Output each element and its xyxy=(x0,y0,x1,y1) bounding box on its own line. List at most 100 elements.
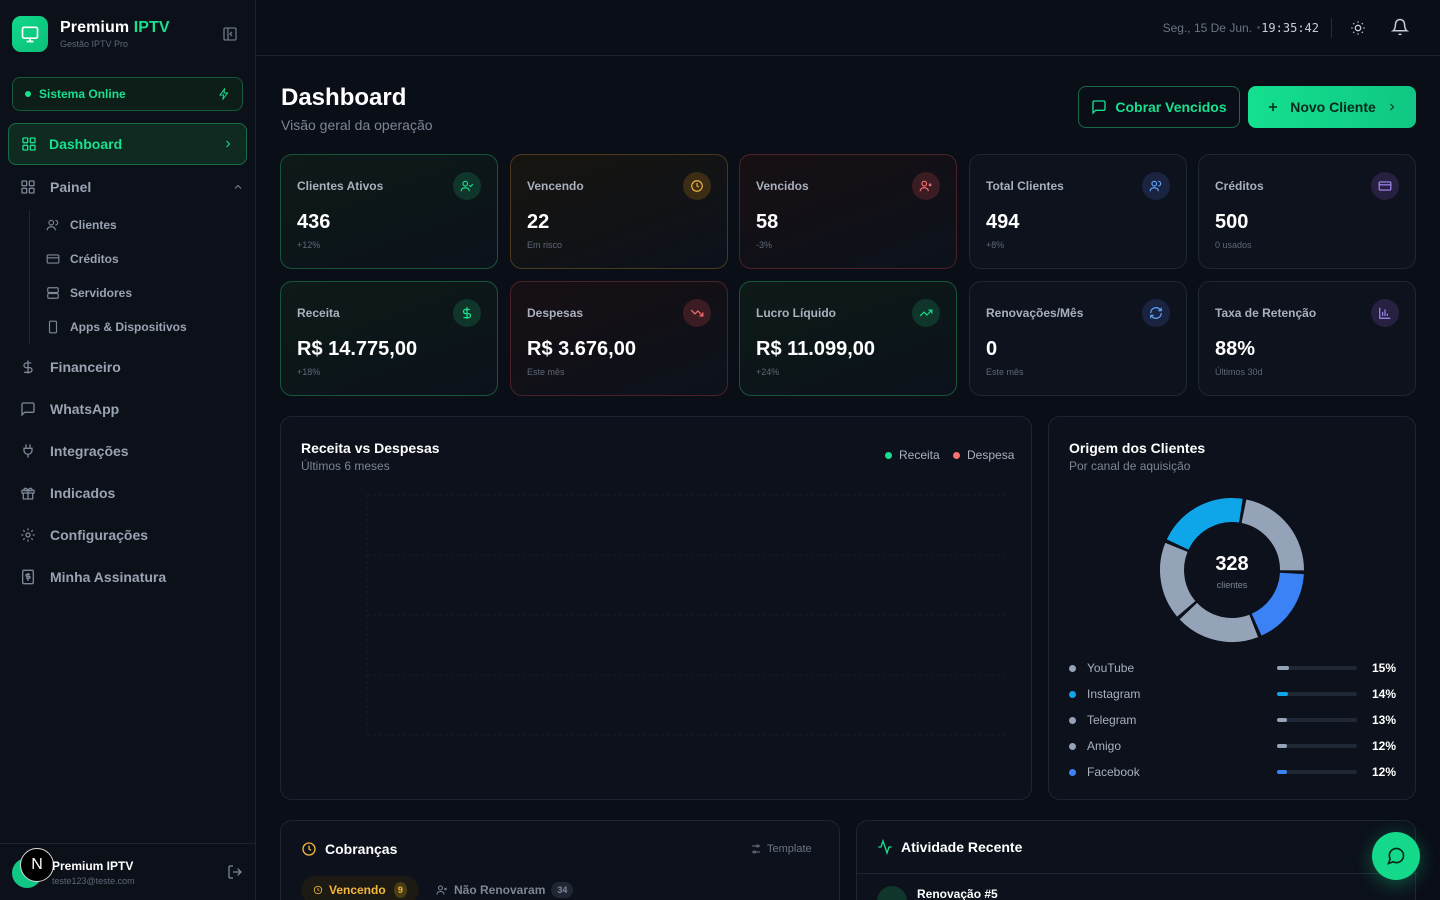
donut-slice-telegram[interactable] xyxy=(1179,602,1259,642)
chat-button[interactable] xyxy=(1372,832,1420,880)
stat-card-expired[interactable]: Vencidos 58 -3% xyxy=(739,154,957,269)
stat-card-credits[interactable]: Créditos 500 0 usados xyxy=(1198,154,1416,269)
user-initial-badge[interactable]: N xyxy=(20,848,54,882)
nav-dashboard[interactable]: Dashboard xyxy=(8,123,247,165)
sidebar: Premium IPTV Gestão IPTV Pro Sistema Onl… xyxy=(0,0,256,900)
nav-configuracoes-label: Configurações xyxy=(50,527,149,543)
nav-whatsapp[interactable]: WhatsApp xyxy=(20,397,244,421)
credit-card-icon xyxy=(46,254,60,264)
stat-card-total-clients[interactable]: Total Clientes 494 +8% xyxy=(969,154,1187,269)
status-dot xyxy=(25,91,31,97)
tab-not-renewed[interactable]: Não Renovaram 34 xyxy=(436,876,574,900)
tab-expiring[interactable]: Vencendo 9 xyxy=(301,876,419,900)
smartphone-icon xyxy=(48,320,58,334)
chevron-right-icon xyxy=(1389,103,1394,111)
stat-value: 494 xyxy=(986,211,1020,233)
nav-configuracoes[interactable]: Configurações xyxy=(20,523,244,547)
chat-icon xyxy=(1387,847,1405,865)
nav-financeiro[interactable]: Financeiro xyxy=(20,355,244,379)
stat-note: Em risco xyxy=(527,240,563,250)
stat-note: -3% xyxy=(756,240,773,250)
source-bar-fill xyxy=(1277,770,1287,774)
stat-value: 436 xyxy=(297,211,331,233)
nav-whatsapp-label: WhatsApp xyxy=(50,401,120,417)
user-check-icon xyxy=(453,172,481,200)
tab-expiring-count: 9 xyxy=(393,882,407,898)
stat-value: R$ 14.775,00 xyxy=(297,338,418,360)
dollar-icon xyxy=(23,360,33,374)
user-area: N Premium IPTV teste123@teste.com xyxy=(0,843,256,900)
tab-not-renewed-count: 34 xyxy=(551,882,574,898)
nav-servidores-label: Servidores xyxy=(70,286,133,300)
source-row-instagram[interactable]: Instagram 14% xyxy=(1069,686,1396,702)
chart-grid xyxy=(366,494,1007,736)
server-icon xyxy=(47,287,59,299)
source-name: YouTube xyxy=(1087,661,1135,675)
chevron-right-icon xyxy=(226,140,231,148)
stat-note: Últimos 30d xyxy=(1215,367,1263,377)
source-name: Instagram xyxy=(1087,687,1141,701)
logout-icon[interactable] xyxy=(227,864,243,885)
nav-assinatura-label: Minha Assinatura xyxy=(50,569,167,585)
user-x-icon xyxy=(912,172,940,200)
legend-expense[interactable]: Despesa xyxy=(953,448,1014,462)
page-subtitle: Visão geral da operação xyxy=(281,117,433,133)
stat-label: Despesas xyxy=(527,306,584,320)
sun-icon[interactable] xyxy=(1350,20,1366,41)
stat-value: 22 xyxy=(527,211,550,233)
stat-card-expiring[interactable]: Vencendo 22 Em risco xyxy=(510,154,728,269)
donut-slice-amigo[interactable] xyxy=(1160,542,1196,617)
source-name: Amigo xyxy=(1087,739,1122,753)
clock-icon xyxy=(302,842,316,856)
nav-painel[interactable]: Painel xyxy=(20,175,244,199)
activity-header: Atividade Recente xyxy=(877,839,1022,855)
source-bar xyxy=(1277,692,1357,696)
bell-icon[interactable] xyxy=(1390,18,1410,41)
source-row-youtube[interactable]: YouTube 15% xyxy=(1069,660,1396,676)
source-dot xyxy=(1069,690,1076,698)
template-button[interactable]: Template xyxy=(750,843,812,855)
nav-apps[interactable]: Apps & Dispositivos xyxy=(46,317,187,337)
revenue-expense-panel xyxy=(280,416,1032,800)
stat-card-expenses[interactable]: Despesas R$ 3.676,00 Este mês xyxy=(510,281,728,396)
nav-assinatura[interactable]: Minha Assinatura xyxy=(20,565,244,589)
source-pct: 15% xyxy=(1371,661,1396,675)
legend-revenue[interactable]: Receita xyxy=(885,448,940,462)
stat-card-retention[interactable]: Taxa de Retenção 88% Últimos 30d xyxy=(1198,281,1416,396)
charge-overdue-button[interactable]: Cobrar Vencidos xyxy=(1078,86,1240,128)
source-row-facebook[interactable]: Facebook 12% xyxy=(1069,764,1396,780)
sliders-icon xyxy=(752,844,760,854)
tab-not-renewed-label: Não Renovaram xyxy=(454,883,546,897)
nav-indicados[interactable]: Indicados xyxy=(20,481,244,505)
bar-chart-icon xyxy=(1371,299,1399,327)
origin-total-label: clientes xyxy=(1216,580,1248,590)
nav-creditos[interactable]: Créditos xyxy=(46,249,119,269)
source-row-telegram[interactable]: Telegram 13% xyxy=(1069,712,1396,728)
source-bar-fill xyxy=(1277,666,1289,670)
stat-card-renewals[interactable]: Renovações/Mês 0 Este mês xyxy=(969,281,1187,396)
source-dot xyxy=(1069,664,1076,672)
user-name: Premium IPTV xyxy=(52,859,134,873)
nav-clientes[interactable]: Clientes xyxy=(46,215,117,235)
new-client-button[interactable]: Novo Cliente xyxy=(1248,86,1416,128)
clock-icon xyxy=(313,885,323,895)
stat-card-revenue[interactable]: Receita R$ 14.775,00 +18% xyxy=(280,281,498,396)
nav-integracoes[interactable]: Integrações xyxy=(20,439,244,463)
stat-value: 0 xyxy=(986,338,998,360)
users-icon xyxy=(1142,172,1170,200)
tv-icon xyxy=(12,16,48,52)
message-icon xyxy=(21,402,35,417)
sidebar-collapse-icon[interactable] xyxy=(222,26,238,42)
brand[interactable]: Premium IPTV Gestão IPTV Pro xyxy=(12,16,244,52)
cobrancas-title: Cobranças xyxy=(325,841,398,857)
stat-card-net-profit[interactable]: Lucro Líquido R$ 11.099,00 +24% xyxy=(739,281,957,396)
stat-card-active-clients[interactable]: Clientes Ativos 436 +12% xyxy=(280,154,498,269)
source-row-amigo[interactable]: Amigo 12% xyxy=(1069,738,1396,754)
stat-value: 58 xyxy=(756,211,779,233)
user-email: teste123@teste.com xyxy=(52,876,135,886)
grid-icon xyxy=(21,180,35,194)
nav-servidores[interactable]: Servidores xyxy=(46,283,132,303)
nav-integracoes-label: Integrações xyxy=(50,443,129,459)
refresh-icon xyxy=(1142,299,1170,327)
donut-slice-instagram[interactable] xyxy=(1166,498,1243,551)
